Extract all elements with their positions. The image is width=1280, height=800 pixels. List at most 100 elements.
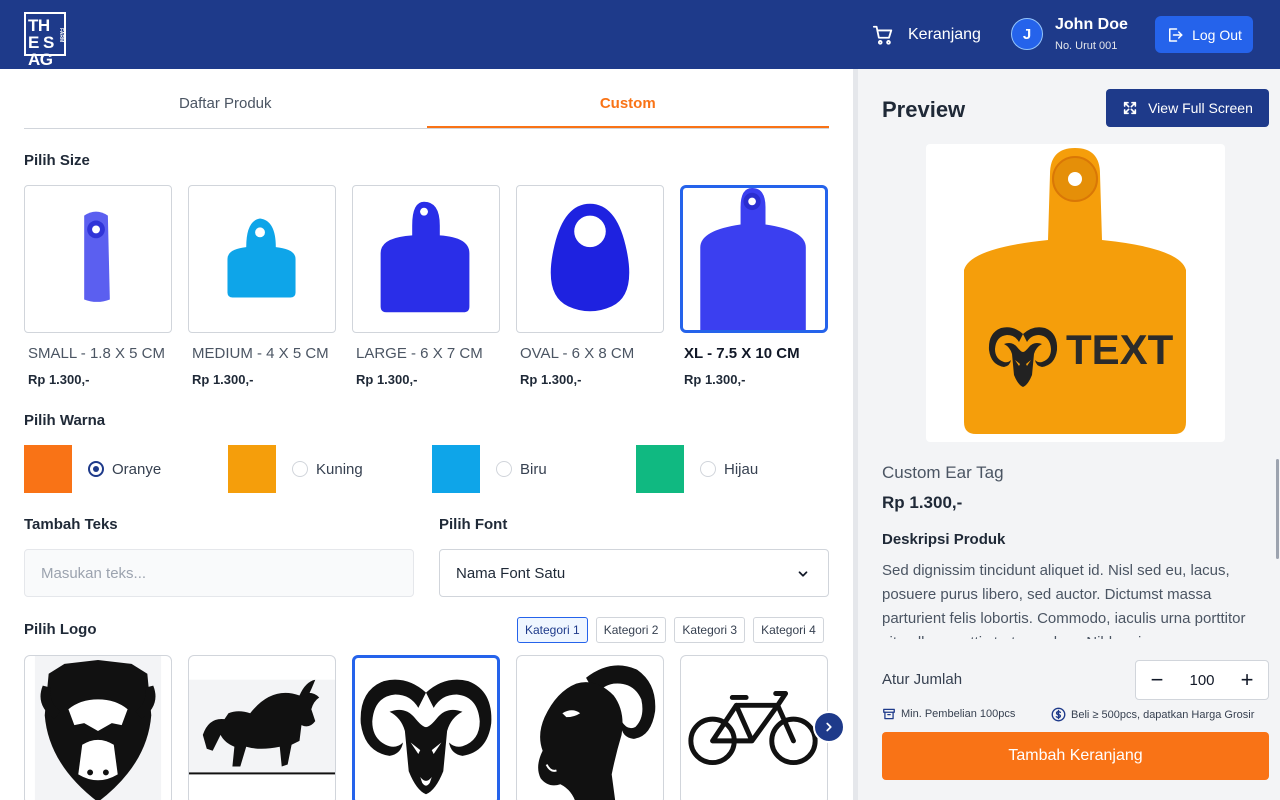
logout-icon [1169,27,1183,42]
ram-head-logo-icon [360,679,492,795]
color-radio[interactable] [496,461,512,477]
tag-preview: TEXT [926,144,1225,442]
size-price: Rp 1.300,- [684,372,746,387]
avatar[interactable]: J [1011,18,1043,50]
color-radio[interactable] [88,461,104,477]
chevron-down-icon [798,571,808,577]
size-image-medium [188,185,336,333]
brand-logo-text: THE SAG [28,16,54,69]
cart-link[interactable]: Keranjang [872,22,981,48]
product-description: Sed dignissim tincidunt aliquet id. Nisl… [882,562,1246,639]
size-image-small [24,185,172,333]
tab-daftar-produk[interactable]: Daftar Produk [24,91,427,128]
size-price: Rp 1.300,- [520,372,582,387]
tab-custom[interactable]: Custom [426,91,829,128]
color-name: Oranye [112,460,162,478]
brand-logo[interactable]: THE SAG FARM [24,12,66,68]
add-to-cart-button[interactable]: Tambah Keranjang [882,732,1269,780]
size-label: LARGE - 6 X 7 CM [356,345,483,362]
brand-logo-subtext: FARM [58,28,64,43]
min-purchase-text: Min. Pembelian 100pcs [901,708,1016,720]
color-radio[interactable] [292,461,308,477]
description-title: Deskripsi Produk [882,531,1006,548]
logo-option-goat-profile[interactable] [516,655,664,800]
color-option-hijau[interactable]: Hijau [636,445,840,493]
text-section-title: Tambah Teks [24,516,118,533]
logo-option-bull-shield[interactable] [24,655,172,800]
color-name: Kuning [316,460,363,478]
size-price: Rp 1.300,- [192,372,254,387]
quantity-area: Atur Jumlah − 100 + Min. Pembelian 100pc… [858,641,1280,800]
cart-label: Keranjang [908,26,981,43]
color-section-title: Pilih Warna [24,412,106,429]
size-price: Rp 1.300,- [28,372,90,387]
custom-panel: Daftar Produk Custom Pilih Size SMALL - … [0,69,853,800]
size-options: SMALL - 1.8 X 5 CM Rp 1.300,- MEDIUM - 4… [24,185,828,387]
preview-title: Preview [882,97,966,122]
font-select-value: Nama Font Satu [456,564,566,582]
logo-option-bicycle[interactable] [680,655,828,800]
color-options: Oranye Kuning Biru Hijau [24,445,840,493]
color-radio[interactable] [700,461,716,477]
size-option-xl[interactable]: XL - 7.5 X 10 CM Rp 1.300,- [680,185,828,387]
color-option-kuning[interactable]: Kuning [228,445,432,493]
color-name: Hijau [724,460,759,478]
logo-category-tabs: Kategori 1 Kategori 2 Kategori 3 Kategor… [517,617,824,643]
size-image-large [352,185,500,333]
color-swatch[interactable] [636,445,684,493]
category-tab-3[interactable]: Kategori 3 [674,617,746,643]
view-full-screen-button[interactable]: View Full Screen [1106,89,1269,127]
category-tab-1[interactable]: Kategori 1 [517,617,588,643]
color-option-biru[interactable]: Biru [432,445,636,493]
quantity-stepper: − 100 + [1135,660,1269,700]
logout-button[interactable]: Log Out [1155,16,1253,53]
cart-icon [872,25,893,45]
user-queue-number: No. Urut 001 [1055,40,1118,52]
increase-button[interactable]: + [1236,669,1258,691]
font-select[interactable]: Nama Font Satu [439,549,829,597]
logo-option-ram-head[interactable] [352,655,500,800]
color-swatch[interactable] [228,445,276,493]
product-name: Custom Ear Tag [882,463,1004,482]
color-option-oranye[interactable]: Oranye [24,445,228,493]
top-header: THE SAG FARM Keranjang J John Doe No. Ur… [0,0,1280,69]
decrease-button[interactable]: − [1146,669,1168,691]
size-option-large[interactable]: LARGE - 6 X 7 CM Rp 1.300,- [352,185,500,387]
user-name: John Doe [1055,16,1128,33]
quantity-value[interactable]: 100 [1189,672,1214,689]
size-image-xl [680,185,828,333]
size-section-title: Pilih Size [24,152,90,169]
size-label: SMALL - 1.8 X 5 CM [28,345,165,362]
font-section-title: Pilih Font [439,516,508,533]
category-tab-2[interactable]: Kategori 2 [595,617,667,643]
quantity-label: Atur Jumlah [882,671,963,688]
logo-options [24,655,828,800]
wholesale-text: Beli ≥ 500pcs, dapatkan Harga Grosir [1071,708,1255,721]
bull-shield-logo-icon [34,656,162,800]
logo-next-button[interactable] [813,711,845,743]
size-price: Rp 1.300,- [356,372,418,387]
wholesale-note: Beli ≥ 500pcs, dapatkan Harga Grosir [1051,707,1254,722]
dollar-icon [1051,707,1066,722]
custom-text-input[interactable] [24,549,414,597]
bicycle-logo-icon [688,691,818,766]
view-full-screen-label: View Full Screen [1148,100,1253,116]
box-icon [883,708,895,720]
size-option-oval[interactable]: OVAL - 6 X 8 CM Rp 1.300,- [516,185,664,387]
tag-text: TEXT [1066,326,1174,373]
size-option-small[interactable]: SMALL - 1.8 X 5 CM Rp 1.300,- [24,185,172,387]
logo-section-title: Pilih Logo [24,621,97,638]
expand-icon [1123,101,1137,115]
logout-label: Log Out [1192,26,1242,43]
preview-scrollbar[interactable] [1276,459,1279,559]
category-tab-4[interactable]: Kategori 4 [753,617,824,643]
min-purchase-note: Min. Pembelian 100pcs [882,707,1015,721]
size-label: OVAL - 6 X 8 CM [520,345,635,362]
size-label: MEDIUM - 4 X 5 CM [192,345,329,362]
size-image-oval [516,185,664,333]
logo-option-charging-bull[interactable] [188,655,336,800]
color-swatch[interactable] [432,445,480,493]
size-label: XL - 7.5 X 10 CM [684,345,800,362]
size-option-medium[interactable]: MEDIUM - 4 X 5 CM Rp 1.300,- [188,185,336,387]
color-swatch[interactable] [24,445,72,493]
